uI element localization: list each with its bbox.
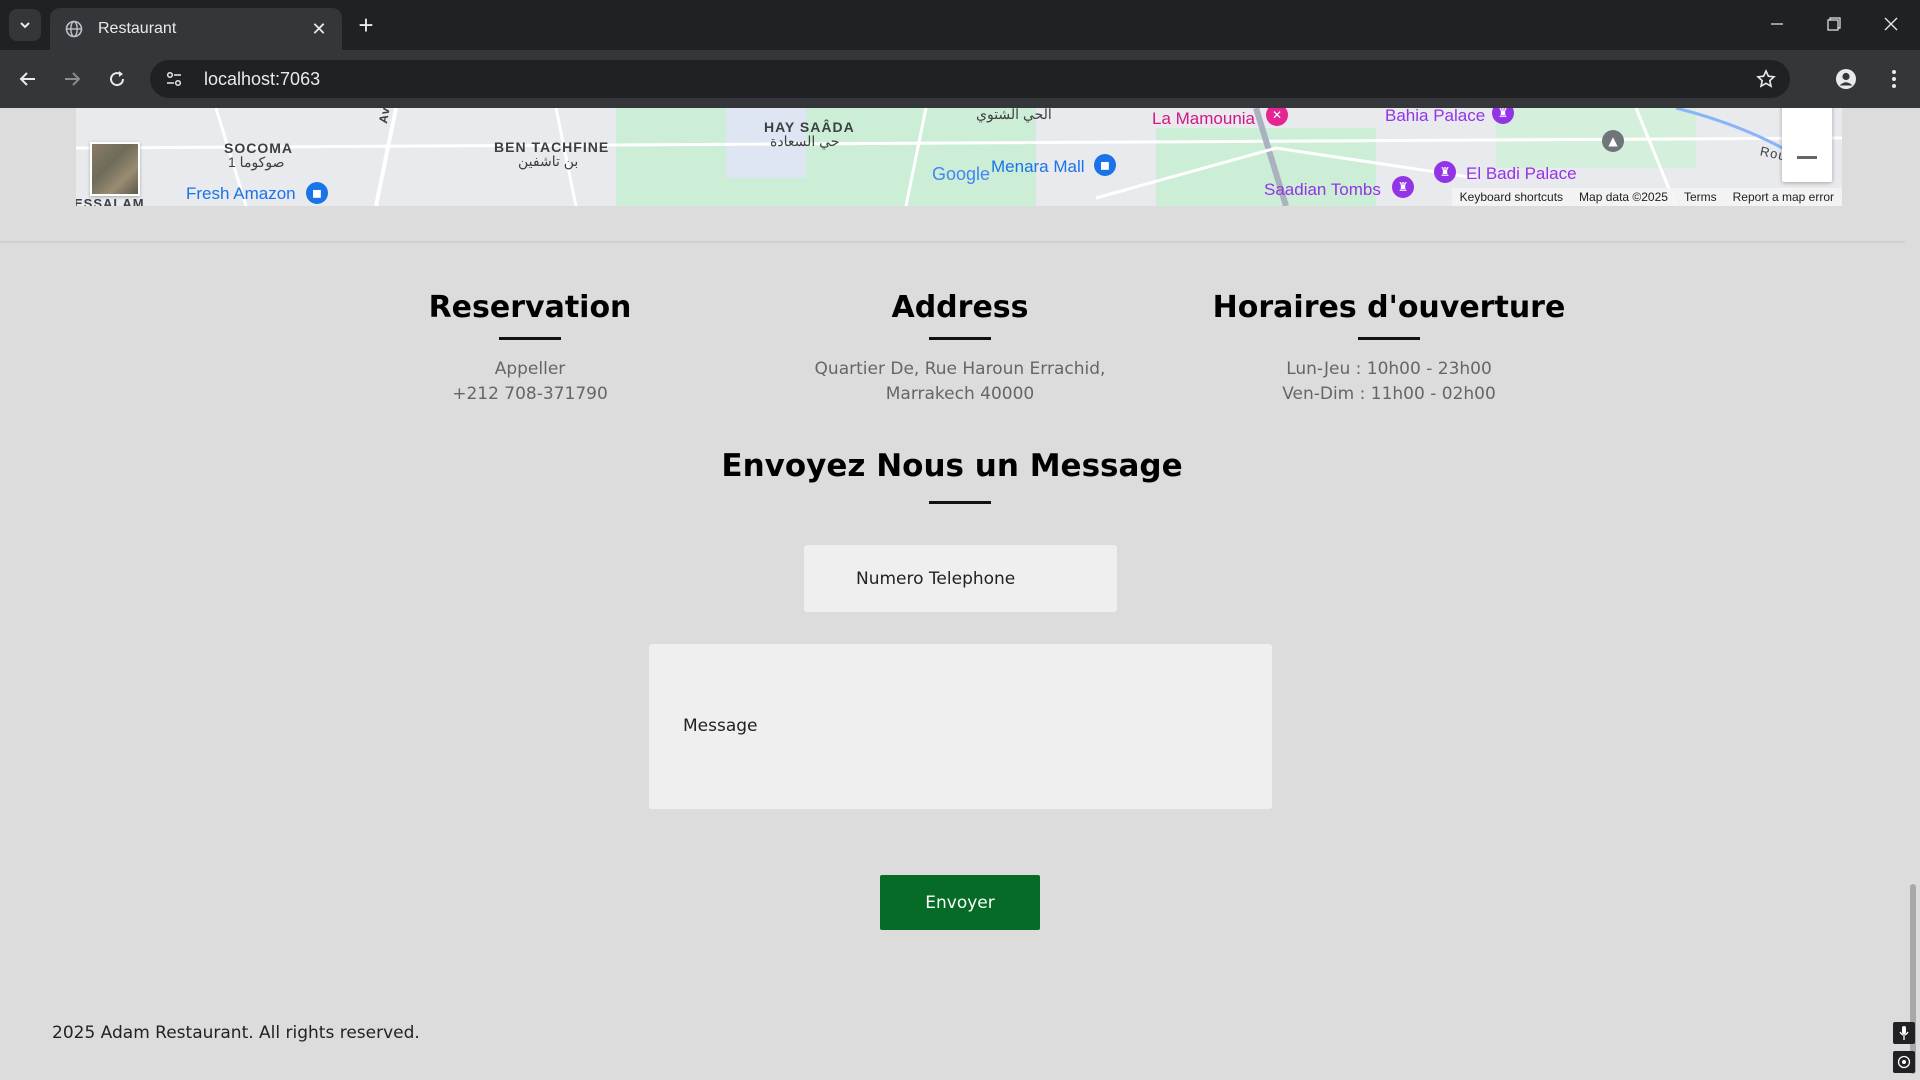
url-text[interactable]: localhost:7063 <box>204 69 1750 90</box>
page-scrollbar[interactable] <box>1905 108 1920 1080</box>
page-viewport: SOCOMA صوكوما 1 ESSALAM BEN TACHFINE بن … <box>0 108 1905 1080</box>
back-button[interactable] <box>12 63 44 95</box>
reservation-phone: +212 708-371790 <box>452 384 608 404</box>
tab-title: Restaurant <box>98 20 177 37</box>
new-tab-button[interactable]: + <box>352 10 380 40</box>
title-underline <box>929 337 991 340</box>
map-label-ben-tachfine-ar: بن تاشفين <box>518 153 579 169</box>
keyboard-shortcuts-link[interactable]: Keyboard shortcuts <box>1460 190 1563 204</box>
browser-toolbar: localhost:7063 <box>0 50 1920 108</box>
restore-icon <box>1827 17 1841 31</box>
close-window-button[interactable] <box>1862 0 1920 48</box>
profile-icon <box>1836 69 1856 89</box>
browser-tab[interactable]: Restaurant ✕ <box>50 8 342 50</box>
close-icon <box>1884 17 1898 31</box>
tab-close-icon[interactable]: ✕ <box>306 16 332 42</box>
zoom-out-button[interactable] <box>1782 136 1832 180</box>
map-label-av: Av <box>376 108 393 125</box>
more-vertical-icon <box>1892 70 1896 88</box>
globe-icon <box>64 19 84 39</box>
google-map[interactable]: SOCOMA صوكوما 1 ESSALAM BEN TACHFINE بن … <box>76 108 1842 206</box>
title-underline <box>499 337 561 340</box>
arrow-left-icon <box>19 72 35 86</box>
map-label-fresh-amazon[interactable]: Fresh Amazon <box>186 184 296 204</box>
landmark-icon[interactable]: ♜ <box>1392 176 1414 198</box>
send-button[interactable]: Envoyer <box>880 875 1040 930</box>
lens-button[interactable] <box>1893 1051 1915 1073</box>
reservation-column: Reservation Appeller +212 708-371790 <box>300 290 760 407</box>
address-title: Address <box>891 290 1029 325</box>
browser-tab-bar: Restaurant ✕ + <box>0 0 1920 50</box>
section-divider <box>0 241 1905 243</box>
site-info-icon[interactable] <box>158 63 190 95</box>
shopping-bag-icon[interactable]: ◼ <box>306 182 328 204</box>
google-logo: Google <box>932 164 991 184</box>
arrow-right-icon <box>65 72 81 86</box>
restore-button[interactable] <box>1805 0 1863 48</box>
chevron-down-icon <box>20 22 30 29</box>
address-column: Address Quartier De, Rue Haroun Errachid… <box>730 290 1190 407</box>
monument-icon[interactable]: ▲ <box>1602 130 1624 152</box>
map-label-socoma-ar: صوكوما 1 <box>228 154 285 170</box>
message-textarea[interactable] <box>649 644 1272 809</box>
target-icon <box>1897 1055 1911 1069</box>
address-bar[interactable]: localhost:7063 <box>150 60 1790 98</box>
footer-copyright: 2025 Adam Restaurant. All rights reserve… <box>52 1023 420 1043</box>
phone-input[interactable] <box>804 545 1117 612</box>
hours-column: Horaires d'ouverture Lun-Jeu : 10h00 - 2… <box>1159 290 1619 407</box>
minimize-icon <box>1771 23 1783 25</box>
map-label-bahia-palace[interactable]: Bahia Palace <box>1385 108 1485 126</box>
minimize-button[interactable] <box>1748 0 1806 48</box>
map-label-la-mamounia[interactable]: La Mamounia <box>1152 109 1255 129</box>
reservation-title: Reservation <box>428 290 632 325</box>
forward-button[interactable] <box>56 63 88 95</box>
hours-title: Horaires d'ouverture <box>1212 290 1566 325</box>
voice-button[interactable] <box>1893 1022 1915 1044</box>
map-label-hay-saada-ar: حي السعادة <box>770 133 840 149</box>
microphone-icon <box>1899 1026 1909 1040</box>
tab-search-button[interactable] <box>9 9 41 41</box>
scrollbar-thumb[interactable] <box>1910 884 1916 1074</box>
map-attribution: Keyboard shortcuts Map data ©2025 Terms … <box>1451 188 1842 206</box>
satellite-toggle[interactable] <box>90 142 140 196</box>
map-label-saadian-tombs[interactable]: Saadian Tombs <box>1264 180 1381 200</box>
map-data-text: Map data ©2025 <box>1579 190 1668 204</box>
form-title: Envoyez Nous un Message <box>721 448 1183 484</box>
bookmark-star-icon[interactable] <box>1750 63 1782 95</box>
address-line-1: Quartier De, Rue Haroun Errachid, <box>814 359 1106 379</box>
hours-weekend: Ven-Dim : 11h00 - 02h00 <box>1282 384 1496 404</box>
map-label-essalam: ESSALAM <box>76 196 145 206</box>
profile-button[interactable] <box>1830 63 1862 95</box>
shopping-bag-icon[interactable]: ◼ <box>1094 154 1116 176</box>
reload-button[interactable] <box>101 63 133 95</box>
title-underline <box>1358 337 1420 340</box>
reservation-call-label: Appeller <box>494 359 566 379</box>
report-error-link[interactable]: Report a map error <box>1733 190 1834 204</box>
map-label-menara-mall[interactable]: Menara Mall <box>991 157 1085 177</box>
menu-button[interactable] <box>1878 63 1910 95</box>
address-line-2: Marrakech 40000 <box>885 384 1035 404</box>
reload-icon <box>110 71 125 87</box>
map-zoom-controls <box>1782 108 1832 182</box>
hours-weekday: Lun-Jeu : 10h00 - 23h00 <box>1286 359 1492 379</box>
minus-icon <box>1797 156 1817 159</box>
map-label-hay-chetoui-ar: الحي الشتوي <box>976 108 1052 122</box>
form-title-underline <box>929 501 991 504</box>
terms-link[interactable]: Terms <box>1684 190 1717 204</box>
landmark-icon[interactable]: ♜ <box>1434 161 1456 183</box>
map-label-el-badi-palace[interactable]: El Badi Palace <box>1466 164 1577 184</box>
